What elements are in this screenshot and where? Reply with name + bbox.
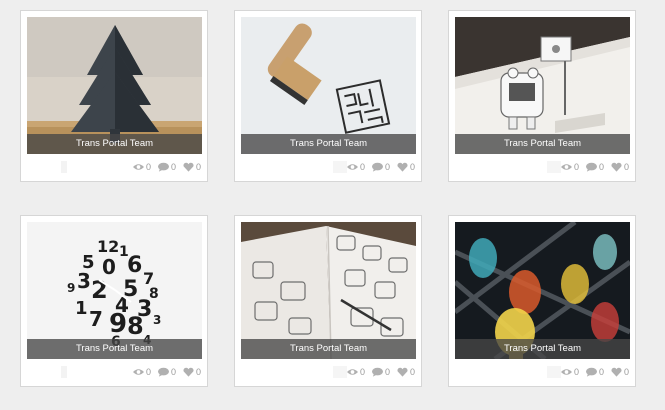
likes-value: 0 bbox=[195, 162, 201, 172]
card-thumbnail[interactable]: Trans Portal Team bbox=[241, 17, 416, 154]
gallery-card[interactable]: Trans Portal Team 0 0 0 bbox=[234, 10, 422, 182]
svg-text:9: 9 bbox=[67, 281, 75, 295]
likes-count[interactable]: 0 bbox=[397, 162, 415, 172]
svg-text:6: 6 bbox=[127, 253, 142, 278]
author-caption[interactable]: Trans Portal Team bbox=[241, 134, 416, 154]
likes-count[interactable]: 0 bbox=[611, 367, 629, 377]
views-count[interactable]: 0 bbox=[132, 162, 151, 172]
heart-icon bbox=[611, 367, 622, 377]
heart-icon bbox=[397, 162, 408, 172]
stats-bar: 0 0 0 bbox=[241, 159, 415, 175]
comments-count[interactable]: 0 bbox=[585, 367, 604, 377]
card-thumbnail[interactable]: Trans Portal Team bbox=[241, 222, 416, 359]
svg-text:3: 3 bbox=[153, 313, 161, 327]
comment-icon bbox=[585, 367, 597, 377]
likes-count[interactable]: 0 bbox=[183, 367, 201, 377]
author-caption[interactable]: Trans Portal Team bbox=[241, 339, 416, 359]
eye-icon bbox=[346, 164, 358, 170]
likes-value: 0 bbox=[623, 367, 629, 377]
svg-text:8: 8 bbox=[127, 312, 144, 340]
views-value: 0 bbox=[573, 162, 579, 172]
eye-icon bbox=[132, 164, 144, 170]
comments-count[interactable]: 0 bbox=[157, 162, 176, 172]
views-value: 0 bbox=[359, 162, 365, 172]
views-count[interactable]: 0 bbox=[346, 367, 365, 377]
likes-value: 0 bbox=[409, 367, 415, 377]
views-value: 0 bbox=[145, 162, 151, 172]
eye-icon bbox=[132, 369, 144, 375]
heart-icon bbox=[611, 162, 622, 172]
card-thumbnail[interactable]: 12 1 6 5 0 3 7 9 2 5 8 1 4 3 7 9 8 3 4 6 bbox=[27, 222, 202, 359]
author-caption[interactable]: Trans Portal Team bbox=[455, 134, 630, 154]
comments-count[interactable]: 0 bbox=[585, 162, 604, 172]
stats-bar: 0 0 0 bbox=[27, 364, 201, 380]
likes-value: 0 bbox=[409, 162, 415, 172]
svg-text:3: 3 bbox=[77, 269, 91, 293]
stats-bar: 0 0 0 bbox=[455, 159, 629, 175]
views-value: 0 bbox=[359, 367, 365, 377]
comments-value: 0 bbox=[170, 367, 176, 377]
stats-bar: 0 0 0 bbox=[27, 159, 201, 175]
likes-count[interactable]: 0 bbox=[397, 367, 415, 377]
author-caption[interactable]: Trans Portal Team bbox=[27, 134, 202, 154]
comments-value: 0 bbox=[384, 162, 390, 172]
heart-icon bbox=[397, 367, 408, 377]
gallery-card[interactable]: Trans Portal Team 0 0 0 bbox=[448, 10, 636, 182]
comments-value: 0 bbox=[384, 367, 390, 377]
comments-value: 0 bbox=[598, 367, 604, 377]
eye-icon bbox=[346, 369, 358, 375]
gallery-card[interactable]: Trans Portal Team 0 0 0 bbox=[234, 215, 422, 387]
heart-icon bbox=[183, 162, 194, 172]
eye-icon bbox=[560, 369, 572, 375]
views-value: 0 bbox=[145, 367, 151, 377]
eye-icon bbox=[560, 164, 572, 170]
likes-value: 0 bbox=[195, 367, 201, 377]
likes-count[interactable]: 0 bbox=[611, 162, 629, 172]
svg-text:1: 1 bbox=[75, 298, 88, 319]
comment-icon bbox=[585, 162, 597, 172]
comment-icon bbox=[157, 162, 169, 172]
stats-bar: 0 0 0 bbox=[455, 364, 629, 380]
views-count[interactable]: 0 bbox=[132, 367, 151, 377]
svg-text:7: 7 bbox=[89, 307, 103, 331]
card-thumbnail[interactable]: Trans Portal Team bbox=[455, 17, 630, 154]
gallery-card[interactable]: Trans Portal Team 0 0 0 bbox=[448, 215, 636, 387]
comments-value: 0 bbox=[170, 162, 176, 172]
views-count[interactable]: 0 bbox=[346, 162, 365, 172]
gallery-card[interactable]: 12 1 6 5 0 3 7 9 2 5 8 1 4 3 7 9 8 3 4 6 bbox=[20, 215, 208, 387]
comments-count[interactable]: 0 bbox=[157, 367, 176, 377]
card-thumbnail[interactable]: Trans Portal Team bbox=[455, 222, 630, 359]
comments-value: 0 bbox=[598, 162, 604, 172]
likes-value: 0 bbox=[623, 162, 629, 172]
comment-icon bbox=[371, 162, 383, 172]
card-thumbnail[interactable]: Trans Portal Team bbox=[27, 17, 202, 154]
likes-count[interactable]: 0 bbox=[183, 162, 201, 172]
views-count[interactable]: 0 bbox=[560, 162, 579, 172]
comments-count[interactable]: 0 bbox=[371, 367, 390, 377]
author-caption[interactable]: Trans Portal Team bbox=[27, 339, 202, 359]
views-value: 0 bbox=[573, 367, 579, 377]
gallery-card[interactable]: Trans Portal Team 0 0 0 bbox=[20, 10, 208, 182]
views-count[interactable]: 0 bbox=[560, 367, 579, 377]
svg-text:12: 12 bbox=[97, 237, 119, 256]
comments-count[interactable]: 0 bbox=[371, 162, 390, 172]
author-caption[interactable]: Trans Portal Team bbox=[455, 339, 630, 359]
stats-bar: 0 0 0 bbox=[241, 364, 415, 380]
heart-icon bbox=[183, 367, 194, 377]
comment-icon bbox=[371, 367, 383, 377]
comment-icon bbox=[157, 367, 169, 377]
